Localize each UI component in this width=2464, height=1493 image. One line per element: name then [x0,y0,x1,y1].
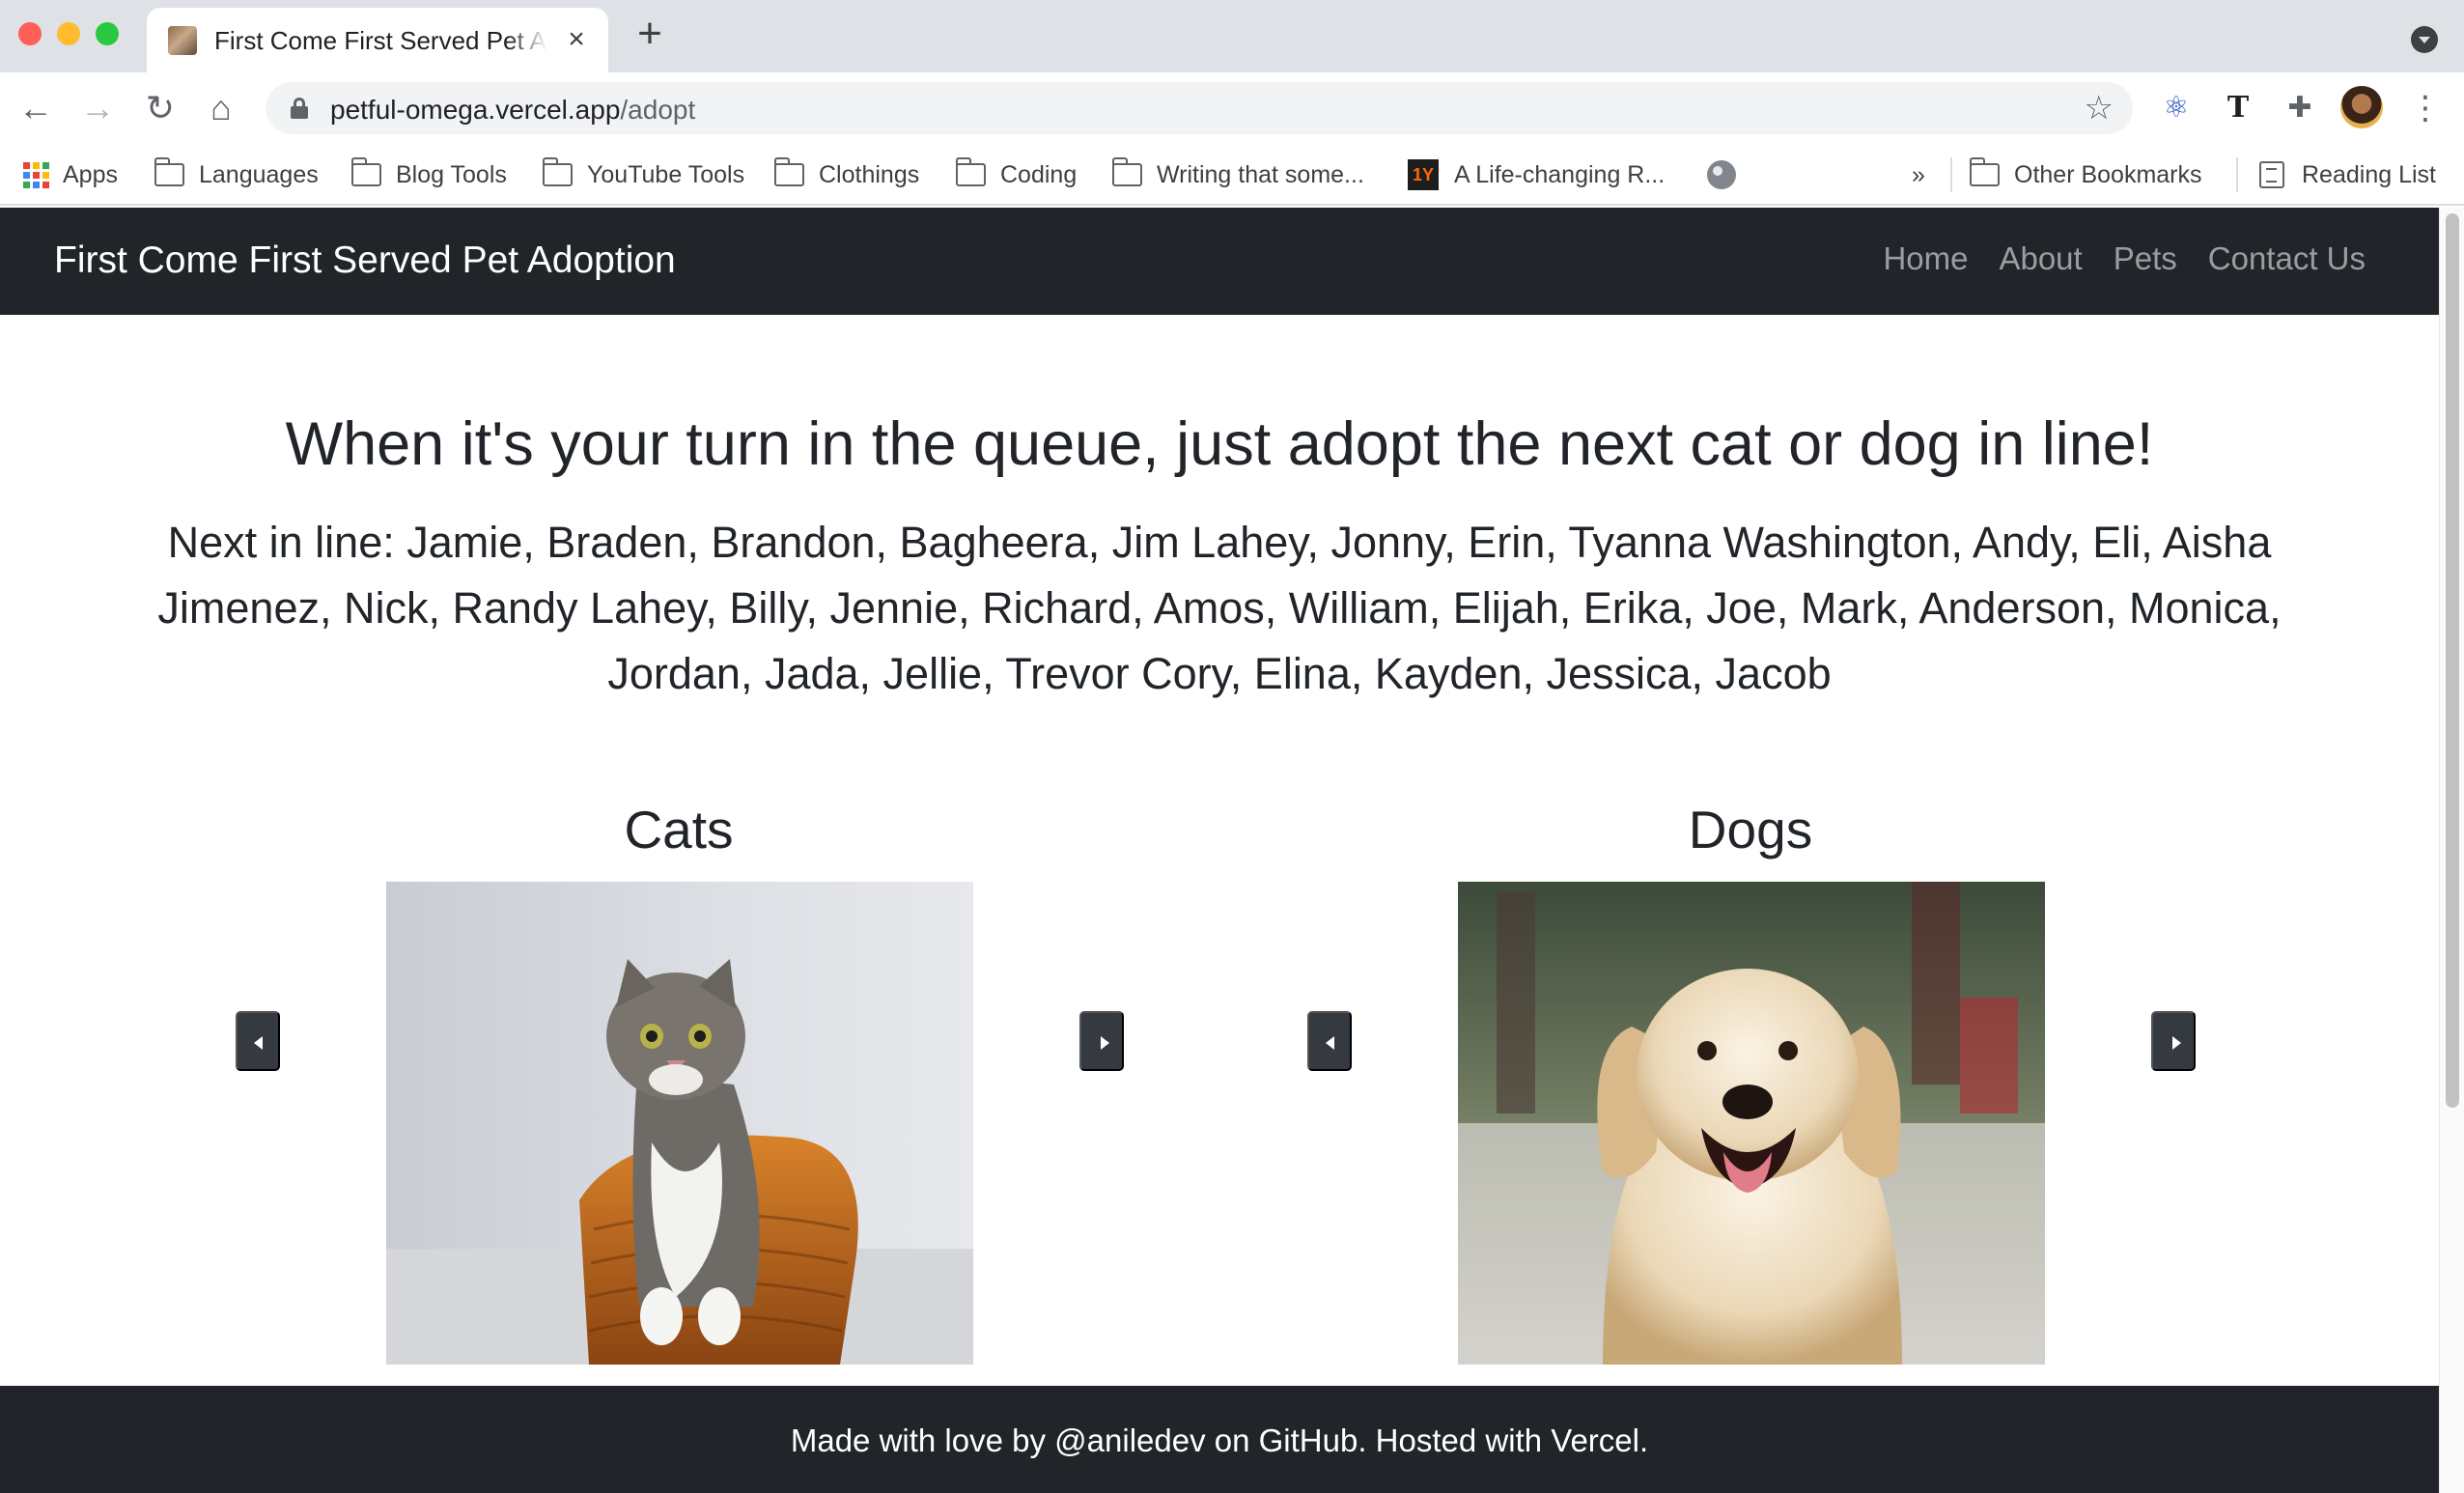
cats-section: Cats [143,799,1215,1378]
new-tab-button[interactable]: + [632,13,667,55]
bookmark-folder-writing[interactable]: Writing that some... [1111,155,1364,194]
dog-photo-illustration [1458,882,2045,1365]
bookmarks-divider [2236,157,2238,192]
site-brand-link[interactable]: First Come First Served Pet Adoption [54,239,676,282]
footer-credit-text: Made with love by @aniledev on GitHub. H… [790,1423,1649,1458]
reading-list-button[interactable]: Reading List [2259,155,2436,194]
react-devtools-icon[interactable]: ⚛ [2157,89,2196,127]
reading-list-icon [2259,161,2284,188]
nav-link-about[interactable]: About [1999,240,2082,277]
bookmark-folder-coding[interactable]: Coding [955,155,1077,194]
nav-link-pets[interactable]: Pets [2114,240,2177,277]
bookmark-globe[interactable] [1707,155,1736,194]
dogs-section: Dogs [1215,799,2286,1378]
url-text[interactable]: petful-omega.vercel.app/adopt [330,95,695,126]
nav-link-contact-us[interactable]: Contact Us [2208,240,2366,277]
close-window-button[interactable] [18,22,42,45]
bookmark-folder-clothings[interactable]: Clothings [773,155,919,194]
folder-icon [1969,157,2000,186]
lock-icon[interactable] [291,98,308,119]
tab-search-icon[interactable] [2411,26,2438,53]
apps-grid-icon [23,161,49,188]
tab-close-icon[interactable]: × [562,25,591,54]
bookmark-star-icon[interactable]: ☆ [2085,90,2114,127]
cat-photo [386,882,973,1365]
page-scrollbar[interactable] [2439,208,2464,1493]
dog-photo [1458,882,2045,1365]
profile-avatar[interactable] [2340,86,2383,128]
folder-icon [955,157,986,186]
bookmark-folder-blog-tools[interactable]: Blog Tools [350,155,507,194]
bookmark-folder-youtube-tools[interactable]: YouTube Tools [542,155,744,194]
browser-tab-active[interactable]: First Come First Served Pet Adoption × [147,8,608,72]
cats-next-button[interactable] [1079,1011,1124,1071]
web-page: First Come First Served Pet Adoption Hom… [0,208,2439,1493]
bookmarks-overflow-chevron-icon[interactable]: » [1912,155,1925,194]
browser-toolbar: ← → ↻ ⌂ petful-omega.vercel.app/adopt ☆ … [0,72,2464,144]
folder-icon [350,157,381,186]
text-extension-icon[interactable]: T [2219,89,2257,127]
tab-title: First Come First Served Pet Adoption [214,26,547,55]
home-icon[interactable]: ⌂ [201,88,241,128]
maximize-window-button[interactable] [96,22,119,45]
scrollbar-thumb[interactable] [2446,213,2459,1108]
site-navbar: First Come First Served Pet Adoption Hom… [0,208,2439,315]
folder-icon [542,157,573,186]
bookmark-life-changing[interactable]: 1Y A Life-changing R... [1408,155,1665,194]
adoption-queue-list: Next in line: Jamie, Braden, Brandon, Ba… [157,518,2282,698]
globe-icon [1707,160,1736,189]
dogs-heading: Dogs [1688,800,1813,859]
folder-icon [773,157,804,186]
bookmarks-divider [1950,157,1952,192]
cats-previous-button[interactable] [236,1011,280,1071]
bookmark-apps[interactable]: Apps [23,155,118,194]
folder-icon [154,157,184,186]
browser-menu-icon[interactable]: ⋮ [2409,89,2442,127]
extensions-puzzle-icon[interactable]: ✚ [2281,89,2319,127]
site-favicon-icon [168,26,197,55]
site-footer: Made with love by @aniledev on GitHub. H… [0,1386,2439,1493]
bookmark-other-bookmarks[interactable]: Other Bookmarks [1969,155,2202,194]
bookmark-folder-languages[interactable]: Languages [154,155,319,194]
nav-link-home[interactable]: Home [1883,240,1968,277]
bookmarks-bar: Apps Languages Blog Tools YouTube Tools … [0,144,2464,206]
1y-favicon-icon: 1Y [1408,159,1439,190]
dogs-previous-button[interactable] [1307,1011,1352,1071]
forward-arrow-icon[interactable]: → [77,88,118,128]
page-headline: When it's your turn in the queue, just a… [285,410,2154,478]
address-bar[interactable]: petful-omega.vercel.app/adopt ☆ [266,82,2133,134]
reload-icon[interactable]: ↻ [140,88,181,128]
folder-icon [1111,157,1142,186]
site-nav-links: Home About Pets Contact Us [1883,240,2366,277]
dogs-next-button[interactable] [2151,1011,2196,1071]
browser-tabstrip: First Come First Served Pet Adoption × + [0,0,2464,72]
cat-photo-illustration [386,882,973,1365]
minimize-window-button[interactable] [57,22,80,45]
cats-heading: Cats [624,800,734,859]
back-arrow-icon[interactable]: ← [15,88,56,128]
